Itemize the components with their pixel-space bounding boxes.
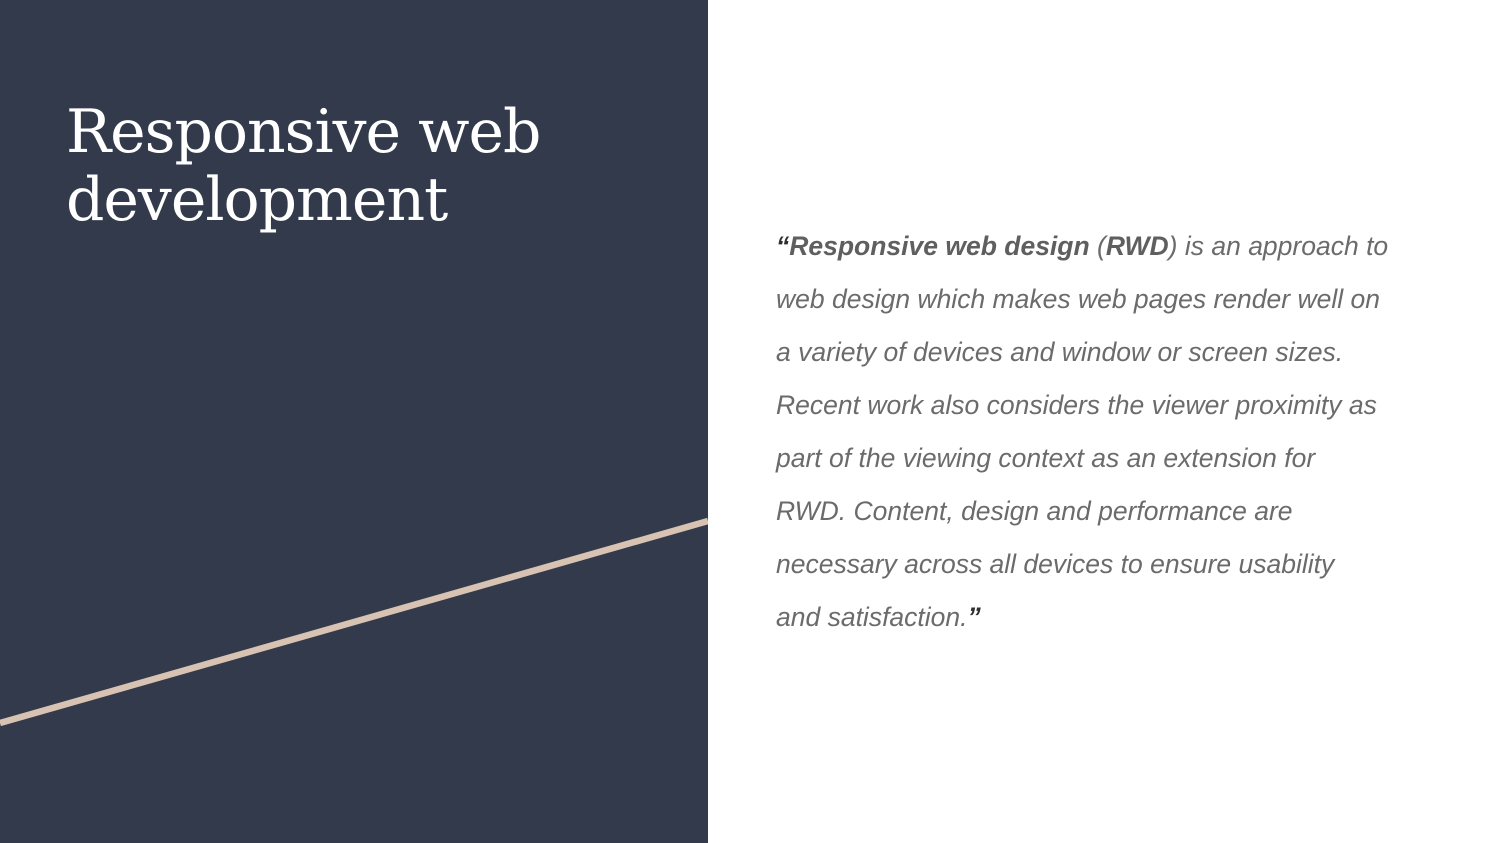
- quote-text: ) is an approach to: [1168, 231, 1389, 261]
- quote-line: part of the viewing context as an extens…: [776, 443, 1316, 473]
- quote-line: necessary across all devices to ensure u…: [776, 549, 1335, 579]
- quote-line: a variety of devices and window or scree…: [776, 337, 1344, 367]
- title-line: Responsive web: [66, 97, 541, 167]
- quote-term: Responsive web design: [789, 231, 1090, 261]
- quote-line: web design which makes web pages render …: [776, 284, 1380, 314]
- open-quote-mark: “: [776, 231, 790, 261]
- title-line: development: [66, 165, 448, 235]
- rwd-quote: “Responsive web design (RWD) is an appro…: [776, 222, 1476, 646]
- quote-line: “Responsive web design (RWD) is an appro…: [776, 222, 1476, 275]
- slide-title: Responsive web development: [66, 97, 541, 235]
- quote-paren: (: [1089, 231, 1106, 261]
- quote-line: and satisfaction.”: [776, 593, 1476, 646]
- quote-abbr: RWD: [1105, 231, 1169, 261]
- quote-text: and satisfaction.: [776, 602, 968, 632]
- close-quote-mark: ”: [967, 602, 981, 632]
- quote-line: RWD. Content, design and performance are: [776, 496, 1293, 526]
- quote-line: Recent work also considers the viewer pr…: [776, 390, 1377, 420]
